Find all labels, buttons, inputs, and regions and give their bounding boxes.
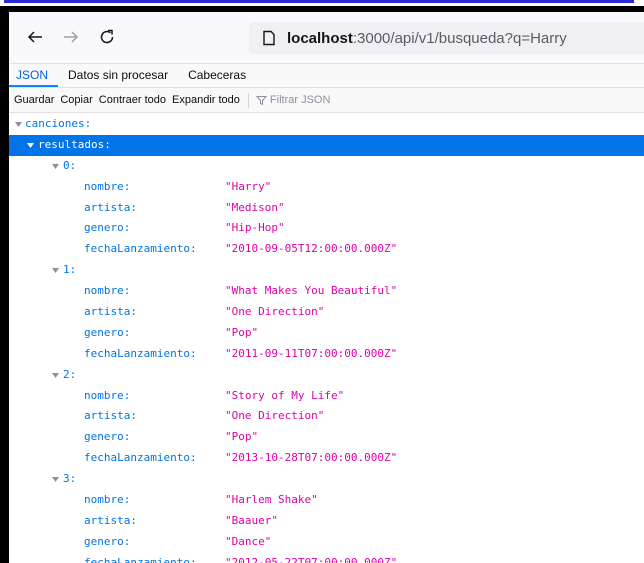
tree-row-index[interactable]: 0: [9, 156, 644, 177]
json-key: nombre: [84, 388, 131, 402]
json-key: fechaLanzamiento: [84, 346, 197, 360]
json-toolbar: Guardar Copiar Contraer todo Expandir to… [9, 88, 644, 113]
json-key: 3: [63, 472, 77, 486]
tree-row-field[interactable]: fechaLanzamiento: "2011-09-11T07:00:00.00… [9, 344, 644, 365]
expand-all-button[interactable]: Expandir todo [172, 94, 240, 106]
json-key: resultados: [38, 137, 111, 151]
json-value: "Hip-Hop" [225, 221, 285, 235]
tree-row-field[interactable]: nombre: "Story of My Life" [9, 386, 644, 407]
json-value: "2011-09-11T07:00:00.000Z" [225, 346, 398, 360]
json-key: nombre: [84, 493, 131, 507]
json-key: genero: [84, 430, 131, 444]
navigation-bar: localhost:3000/api/v1/busqueda?q=Harry [9, 12, 644, 64]
save-button[interactable]: Guardar [14, 94, 54, 106]
json-key: nombre: [84, 284, 131, 298]
tab-json[interactable]: JSON [9, 64, 59, 87]
tree-row-field[interactable]: fechaLanzamiento: "2012-05-22T07:00:00.00… [9, 553, 644, 563]
forward-arrow-icon[interactable] [59, 25, 83, 49]
window-frame: localhost:3000/api/v1/busqueda?q=Harry J… [0, 6, 644, 563]
json-key: artista: [84, 305, 137, 319]
tree-row-field[interactable]: nombre: "Harlem Shake" [9, 490, 644, 511]
filter-placeholder: Filtrar JSON [269, 94, 331, 106]
browser-window: localhost:3000/api/v1/busqueda?q=Harry J… [9, 12, 644, 563]
json-tree: canciones: resultados: 0: nombre: "Harry" art… [9, 114, 644, 563]
tree-row-field[interactable]: fechaLanzamiento: "2010-09-05T12:00:00.00… [9, 239, 644, 260]
json-value: "Medison" [225, 200, 285, 214]
tree-row-field[interactable]: artista: "Baauer" [9, 511, 644, 532]
tree-row-field[interactable]: artista: "One Direction" [9, 302, 644, 323]
url-path: :3000/api/v1/busqueda?q=Harry [352, 29, 567, 47]
url-text: localhost:3000/api/v1/busqueda?q=Harry [287, 30, 567, 47]
tree-row-index[interactable]: 1: [9, 260, 644, 281]
json-key: fechaLanzamiento: [84, 555, 197, 563]
json-key: nombre: [84, 179, 131, 193]
tree-row-field[interactable]: artista: "One Direction" [9, 406, 644, 427]
back-arrow-icon[interactable] [23, 25, 47, 49]
json-value: "Pop" [225, 430, 259, 444]
tab-raw-data[interactable]: Datos sin procesar [58, 64, 178, 87]
tree-row-canciones[interactable]: canciones: [9, 114, 644, 135]
tree-row-field[interactable]: nombre: "Harry" [9, 177, 644, 198]
tree-row-field[interactable]: genero: "Pop" [9, 323, 644, 344]
json-key: fechaLanzamiento: [84, 451, 197, 465]
json-key: fechaLanzamiento: [84, 242, 197, 256]
collapse-all-button[interactable]: Contraer todo [99, 94, 166, 106]
json-value: "Harry" [225, 179, 272, 193]
tree-row-field[interactable]: genero: "Hip-Hop" [9, 218, 644, 239]
json-value: "Dance" [225, 534, 272, 548]
copy-button[interactable]: Copiar [60, 94, 92, 106]
json-value: "Pop" [225, 325, 259, 339]
json-key: artista: [84, 200, 137, 214]
toolbar-divider [247, 92, 249, 108]
reload-icon[interactable] [95, 25, 119, 49]
json-key: canciones: [25, 117, 92, 130]
viewer-tabs: JSON Datos sin procesar Cabeceras [9, 64, 644, 88]
json-value: "2012-05-22T07:00:00.000Z" [225, 555, 398, 563]
json-value: "Baauer" [225, 513, 278, 527]
tree-row-field[interactable]: genero: "Pop" [9, 427, 644, 448]
tree-row-field[interactable]: nombre: "What Makes You Beautiful" [9, 281, 644, 302]
url-bar[interactable]: localhost:3000/api/v1/busqueda?q=Harry [249, 22, 644, 54]
json-value: "Story of My Life" [225, 388, 345, 402]
json-key: genero: [84, 325, 131, 339]
json-value: "One Direction" [225, 305, 325, 319]
expand-toggle-icon[interactable] [14, 114, 23, 127]
filter-json-input[interactable]: Filtrar JSON [255, 94, 331, 106]
json-value: "2010-09-05T12:00:00.000Z" [225, 242, 398, 256]
json-key: artista: [84, 513, 137, 527]
filter-icon [255, 95, 267, 105]
json-value: "Harlem Shake" [225, 493, 318, 507]
expand-toggle-icon[interactable] [26, 135, 35, 148]
tree-row-field[interactable]: genero: "Dance" [9, 532, 644, 553]
expand-toggle-icon[interactable] [51, 365, 60, 378]
top-strip-highlight [4, 0, 634, 3]
json-key: 0: [63, 158, 77, 172]
json-value: "2013-10-28T07:00:00.000Z" [225, 451, 398, 465]
json-value: "What Makes You Beautiful" [225, 284, 398, 298]
expand-toggle-icon[interactable] [51, 156, 60, 169]
tab-headers[interactable]: Cabeceras [178, 64, 256, 87]
expand-toggle-icon[interactable] [51, 469, 60, 483]
json-key: genero: [84, 221, 131, 235]
tree-row-field[interactable]: fechaLanzamiento: "2013-10-28T07:00:00.00… [9, 448, 644, 469]
json-key: artista: [84, 409, 137, 423]
tree-row-index[interactable]: 3: [9, 469, 644, 490]
url-host: localhost [287, 29, 353, 47]
json-key: 1: [63, 263, 77, 277]
tree-row-field[interactable]: artista: "Medison" [9, 198, 644, 219]
expand-toggle-icon[interactable] [51, 260, 60, 274]
json-key: genero: [84, 534, 131, 548]
page-icon [263, 30, 275, 46]
tree-row-index[interactable]: 2: [9, 365, 644, 386]
tree-row-resultados[interactable]: resultados: [9, 134, 644, 156]
json-value: "One Direction" [225, 409, 325, 423]
json-key: 2: [63, 367, 77, 381]
